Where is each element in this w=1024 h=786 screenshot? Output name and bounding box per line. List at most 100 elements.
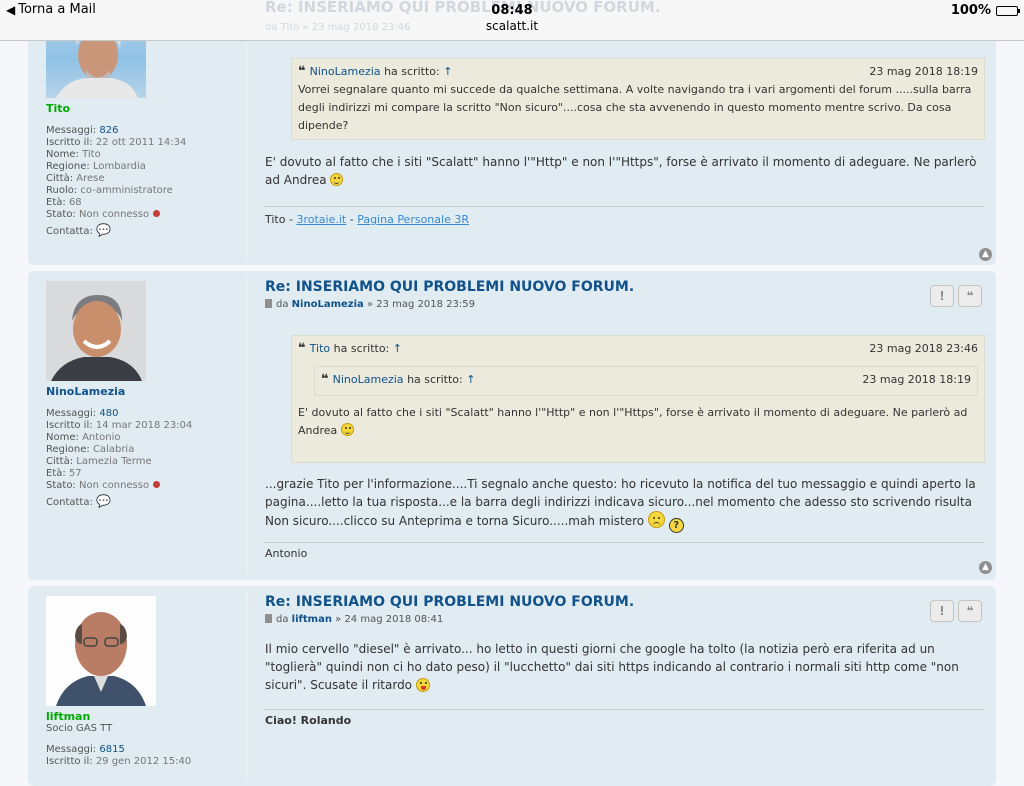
contact-label: Contatta: bbox=[46, 497, 93, 508]
profile-field-value: 29 gen 2012 15:40 bbox=[95, 756, 192, 767]
signature: Ciao! Rolando bbox=[265, 714, 985, 727]
post-count-link[interactable]: 480 bbox=[99, 408, 118, 419]
profile-field-label: Iscritto il: bbox=[46, 137, 93, 148]
profile-field-label: Messaggi: bbox=[46, 744, 97, 755]
profile-field-label: Stato: bbox=[46, 480, 76, 491]
post-count-link[interactable]: 6815 bbox=[99, 744, 124, 755]
offline-status-icon bbox=[153, 481, 161, 488]
post-liftman: liftman Socio GAS TT Messaggi: 6815 Iscri… bbox=[28, 586, 996, 786]
address-bar-url[interactable]: scalatt.it bbox=[0, 19, 1024, 33]
quote-date: 23 mag 2018 23:46 bbox=[869, 342, 978, 355]
signature: Tito - 3rotaie.it - Pagina Personale 3R bbox=[265, 206, 985, 226]
contact-row: Contatta: 💬 bbox=[46, 223, 246, 239]
profile-field-value: Lombardia bbox=[92, 161, 146, 172]
clock: 08:48 bbox=[491, 3, 533, 18]
chat-bubble-icon[interactable]: 💬 bbox=[96, 494, 111, 508]
contact-row: Contatta: 💬 bbox=[46, 494, 246, 510]
profile-field-value: Tito bbox=[82, 149, 101, 160]
quoted-author-link[interactable]: NinoLamezia bbox=[333, 373, 404, 386]
profile-field: Messaggi: 480 bbox=[46, 408, 246, 420]
quote-date: 23 mag 2018 18:19 bbox=[869, 65, 978, 78]
profile-field-label: Ruolo: bbox=[46, 185, 78, 196]
username-link[interactable]: Tito bbox=[46, 102, 246, 115]
profile-field-value: Arese bbox=[76, 173, 105, 184]
profile-field: Regione: Lombardia bbox=[46, 161, 246, 173]
profile-field: Iscritto il: 29 gen 2012 15:40 bbox=[46, 756, 246, 768]
quote-text: E' dovuto al fatto che i siti "Scalatt" … bbox=[298, 404, 978, 440]
profile-field-label: Età: bbox=[46, 468, 66, 479]
back-to-top-icon[interactable]: ▲ bbox=[979, 561, 992, 574]
profile-field-label: Messaggi: bbox=[46, 408, 97, 419]
signature-link-3rotaie[interactable]: 3rotaie.it bbox=[296, 213, 346, 226]
meta-da: da bbox=[276, 299, 289, 310]
signature-link-personal-page[interactable]: Pagina Personale 3R bbox=[357, 213, 469, 226]
quote-source-arrow[interactable]: ↑ bbox=[393, 342, 402, 355]
profile-field: Iscritto il: 22 ott 2011 14:34 bbox=[46, 137, 246, 149]
signature-separator: - bbox=[346, 213, 358, 226]
profile-field-label: Età: bbox=[46, 197, 66, 208]
chat-bubble-icon[interactable]: 💬 bbox=[96, 223, 111, 237]
offline-status-icon bbox=[153, 210, 161, 217]
quote-source-arrow[interactable]: ↑ bbox=[466, 373, 475, 386]
profile-field-value: Non connesso bbox=[79, 480, 150, 491]
back-to-top-icon[interactable]: ▲ bbox=[979, 248, 992, 261]
user-rank: Socio GAS TT bbox=[46, 723, 113, 734]
report-button[interactable]: ! bbox=[930, 600, 954, 622]
profile-field-label: Regione: bbox=[46, 161, 90, 172]
profile-field-value: Calabria bbox=[92, 444, 135, 455]
question-smiley-icon: ? bbox=[668, 518, 684, 533]
post-text: E' dovuto al fatto che i siti "Scalatt" … bbox=[265, 155, 977, 187]
post-count-link[interactable]: 826 bbox=[99, 125, 118, 136]
profile-field-label: Stato: bbox=[46, 209, 76, 220]
profile-field: Messaggi: 6815 bbox=[46, 744, 246, 756]
post-actions: ! ❝ bbox=[930, 600, 982, 622]
username-link[interactable]: liftman bbox=[46, 710, 246, 723]
profile-field: Nome: Antonio bbox=[46, 432, 246, 444]
profile-field-value: co-amministratore bbox=[80, 185, 173, 196]
profile-field-value: Antonio bbox=[82, 432, 121, 443]
profile-field: Città: Lamezia Terme bbox=[46, 456, 246, 468]
quote-source-arrow[interactable]: ↑ bbox=[443, 65, 452, 78]
post-content: ...grazie Tito per l'informazione....Ti … bbox=[265, 475, 985, 533]
meta-da: da bbox=[276, 614, 289, 625]
quote-text-content: E' dovuto al fatto che i siti "Scalatt" … bbox=[298, 406, 968, 437]
profile-liftman: liftman Socio GAS TT Messaggi: 6815 Iscri… bbox=[46, 596, 246, 768]
profile-field-label: Iscritto il: bbox=[46, 420, 93, 431]
quote-icon: ❝ bbox=[321, 372, 329, 387]
battery-percent: 100% bbox=[950, 3, 991, 18]
avatar[interactable] bbox=[46, 281, 146, 381]
status-bar: Re: INSERIAMO QUI PROBLEMI NUOVO FORUM. … bbox=[0, 0, 1024, 41]
profile-field-label: Messaggi: bbox=[46, 125, 97, 136]
signature-prefix: Tito - bbox=[265, 213, 297, 226]
quote-button[interactable]: ❝ bbox=[958, 600, 982, 622]
avatar[interactable] bbox=[46, 596, 156, 706]
post-title[interactable]: Re: INSERIAMO QUI PROBLEMI NUOVO FORUM. bbox=[265, 279, 985, 295]
post-title[interactable]: Re: INSERIAMO QUI PROBLEMI NUOVO FORUM. bbox=[265, 594, 985, 610]
post-author-link[interactable]: NinoLamezia bbox=[292, 299, 364, 310]
profile-field-value: Non connesso bbox=[79, 209, 150, 220]
post-meta: da liftman » 24 mag 2018 08:41 bbox=[265, 614, 985, 625]
post-link-icon[interactable] bbox=[265, 299, 272, 308]
sad-smiley-icon bbox=[647, 511, 665, 528]
post-link-icon[interactable] bbox=[265, 614, 272, 623]
report-button[interactable]: ! bbox=[930, 285, 954, 307]
quoted-author-link[interactable]: Tito bbox=[310, 342, 330, 355]
quote-block: ❝ Tito ha scritto: ↑ 23 mag 2018 23:46 ❝ N… bbox=[291, 335, 985, 463]
quote-button[interactable]: ❝ bbox=[958, 285, 982, 307]
post-text: Il mio cervello "diesel" è arrivato... h… bbox=[265, 642, 959, 692]
post-author-link[interactable]: liftman bbox=[292, 614, 332, 625]
profile-field: Iscritto il: 14 mar 2018 23:04 bbox=[46, 420, 246, 432]
profile-field: Stato: Non connesso bbox=[46, 480, 246, 492]
battery-indicator: 100% bbox=[950, 3, 1020, 18]
contact-label: Contatta: bbox=[46, 226, 93, 237]
quoted-author-link[interactable]: NinoLamezia bbox=[310, 65, 381, 78]
quote-icon: ❝ bbox=[298, 64, 306, 79]
quote-wrote-label: ha scritto: bbox=[333, 342, 390, 355]
profile-field-value: 14 mar 2018 23:04 bbox=[95, 420, 193, 431]
username-link[interactable]: NinoLamezia bbox=[46, 385, 246, 398]
profile-field-value: 57 bbox=[68, 468, 82, 479]
quote-wrote-label: ha scritto: bbox=[407, 373, 463, 386]
wink-smiley-icon bbox=[330, 173, 344, 186]
nested-quote-block: ❝ NinoLamezia ha scritto: ↑ 23 mag 2018 1… bbox=[314, 366, 978, 396]
post-date: » 24 mag 2018 08:41 bbox=[335, 614, 444, 625]
